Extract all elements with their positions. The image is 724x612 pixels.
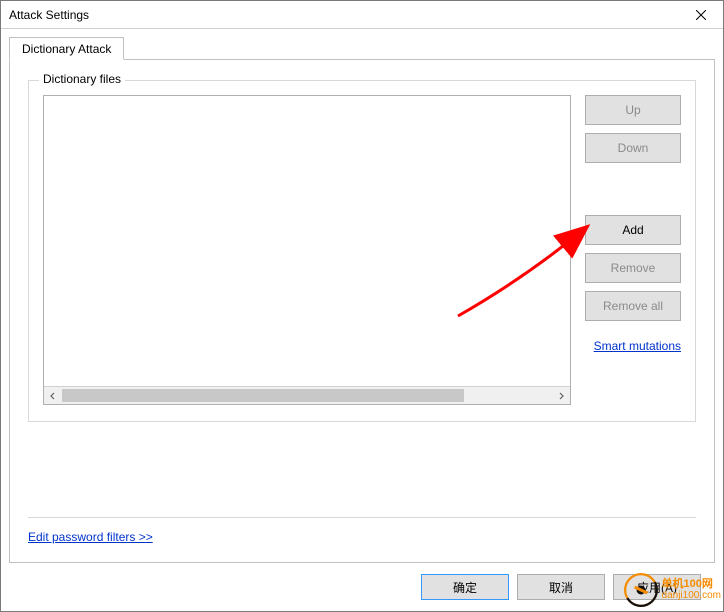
close-icon	[696, 10, 706, 20]
down-button[interactable]: Down	[585, 133, 681, 163]
tabstrip: Dictionary Attack	[9, 37, 715, 59]
smart-mutations-link[interactable]: Smart mutations	[594, 339, 681, 353]
group-legend: Dictionary files	[39, 72, 125, 86]
cancel-button[interactable]: 取消	[517, 574, 605, 600]
up-button[interactable]: Up	[585, 95, 681, 125]
client-area: Dictionary Attack Dictionary files	[1, 29, 723, 611]
side-buttons: Up Down Add Remove Remove all Smart muta…	[585, 95, 681, 405]
bottom-link-row: Edit password filters >>	[28, 517, 696, 548]
chevron-right-icon	[557, 392, 565, 400]
close-button[interactable]	[679, 1, 723, 29]
dialog-footer: 确定 取消 应用(A)	[9, 563, 715, 611]
remove-button[interactable]: Remove	[585, 253, 681, 283]
chevron-left-icon	[49, 392, 57, 400]
ok-button[interactable]: 确定	[421, 574, 509, 600]
smart-mutations-link-wrap: Smart mutations	[585, 339, 681, 353]
listbox-viewport[interactable]	[44, 96, 570, 386]
scroll-left-button[interactable]	[44, 387, 62, 404]
tab-dictionary-attack[interactable]: Dictionary Attack	[9, 37, 124, 60]
dictionary-files-listbox[interactable]	[43, 95, 571, 405]
window-title: Attack Settings	[9, 8, 89, 22]
scrollbar-thumb[interactable]	[62, 389, 464, 402]
dialog-window: Attack Settings Dictionary Attack Dictio…	[0, 0, 724, 612]
tab-panel: Dictionary files	[9, 59, 715, 563]
titlebar: Attack Settings	[1, 1, 723, 29]
horizontal-scrollbar[interactable]	[44, 386, 570, 404]
remove-all-button[interactable]: Remove all	[585, 291, 681, 321]
apply-button[interactable]: 应用(A)	[613, 574, 701, 600]
dictionary-files-group: Dictionary files	[28, 80, 696, 422]
edit-password-filters-link[interactable]: Edit password filters >>	[28, 530, 153, 544]
scrollbar-track[interactable]	[62, 387, 552, 404]
add-button[interactable]: Add	[585, 215, 681, 245]
scroll-right-button[interactable]	[552, 387, 570, 404]
